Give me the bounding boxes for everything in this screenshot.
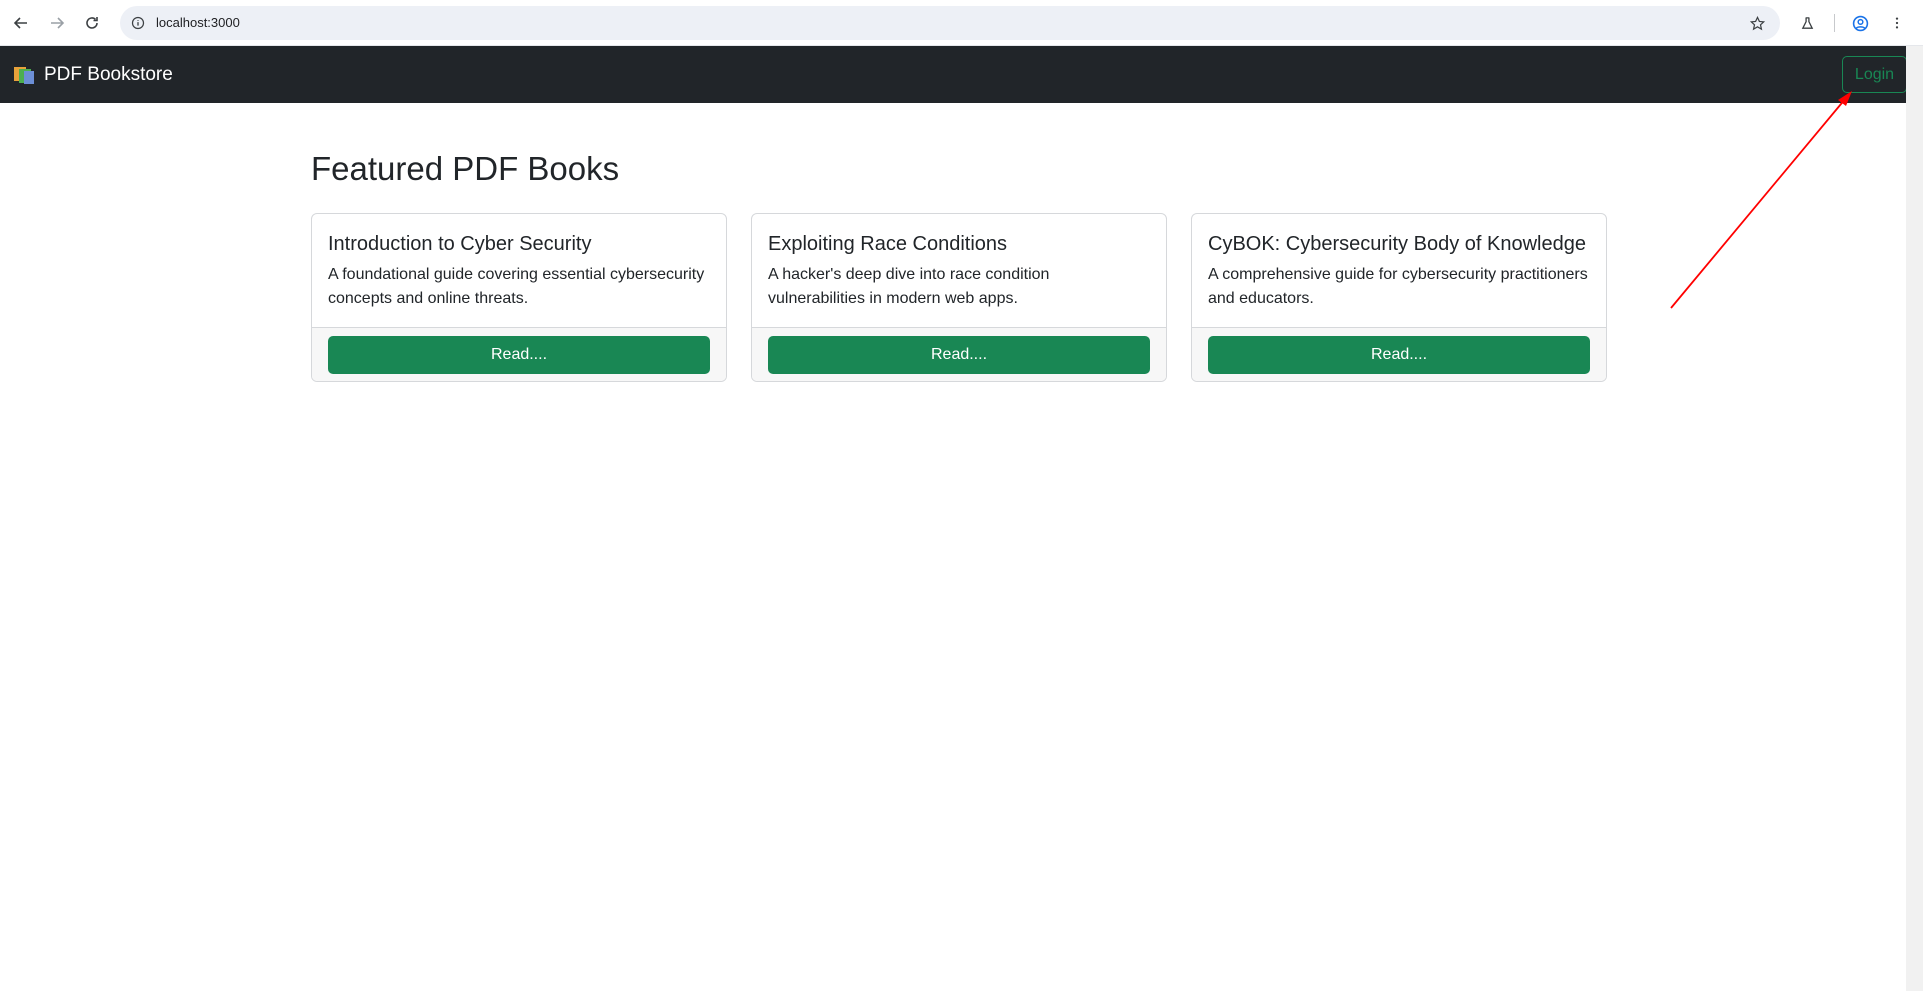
book-title: CyBOK: Cybersecurity Body of Knowledge — [1208, 233, 1586, 255]
profile-avatar-icon[interactable] — [1849, 12, 1871, 34]
back-icon[interactable] — [9, 11, 33, 35]
books-logo-icon — [14, 65, 36, 85]
browser-toolbar: localhost:3000 — [0, 0, 1923, 46]
card-footer: Read.... — [752, 327, 1166, 381]
book-card: CyBOK: Cybersecurity Body of Knowledge A… — [1191, 213, 1607, 382]
book-card: Introduction to Cyber Security A foundat… — [311, 213, 727, 382]
book-title: Introduction to Cyber Security — [328, 233, 592, 255]
more-menu-icon[interactable] — [1886, 12, 1908, 34]
book-card: Exploiting Race Conditions A hacker's de… — [751, 213, 1167, 382]
brand-name: PDF Bookstore — [44, 64, 173, 85]
read-button[interactable]: Read.... — [1208, 336, 1590, 374]
address-bar[interactable]: localhost:3000 — [120, 6, 1780, 40]
card-footer: Read.... — [1192, 327, 1606, 381]
labs-flask-icon[interactable] — [1796, 12, 1818, 34]
book-title: Exploiting Race Conditions — [768, 233, 1008, 255]
page-scrollbar[interactable] — [1906, 46, 1923, 991]
card-footer: Read.... — [312, 327, 726, 381]
url-text[interactable]: localhost:3000 — [156, 15, 240, 30]
read-button[interactable]: Read.... — [328, 336, 710, 374]
book-description: A hacker's deep dive into race condition… — [768, 266, 1050, 307]
forward-icon[interactable] — [45, 11, 69, 35]
login-button[interactable]: Login — [1842, 56, 1907, 93]
book-description: A comprehensive guide for cybersecurity … — [1208, 266, 1588, 307]
site-info-icon[interactable] — [130, 15, 146, 31]
brand-link[interactable]: PDF Bookstore — [14, 64, 173, 86]
annotation-arrow — [1670, 91, 1852, 309]
toolbar-divider — [1834, 14, 1835, 32]
read-button[interactable]: Read.... — [768, 336, 1150, 374]
page-title: Featured PDF Books — [311, 150, 620, 187]
site-navbar: PDF Bookstore Login — [0, 46, 1923, 103]
annotation-arrow-line — [1670, 97, 1847, 309]
reload-icon[interactable] — [80, 11, 104, 35]
bookmark-star-icon[interactable] — [1748, 14, 1766, 32]
book-description: A foundational guide covering essential … — [328, 266, 705, 307]
